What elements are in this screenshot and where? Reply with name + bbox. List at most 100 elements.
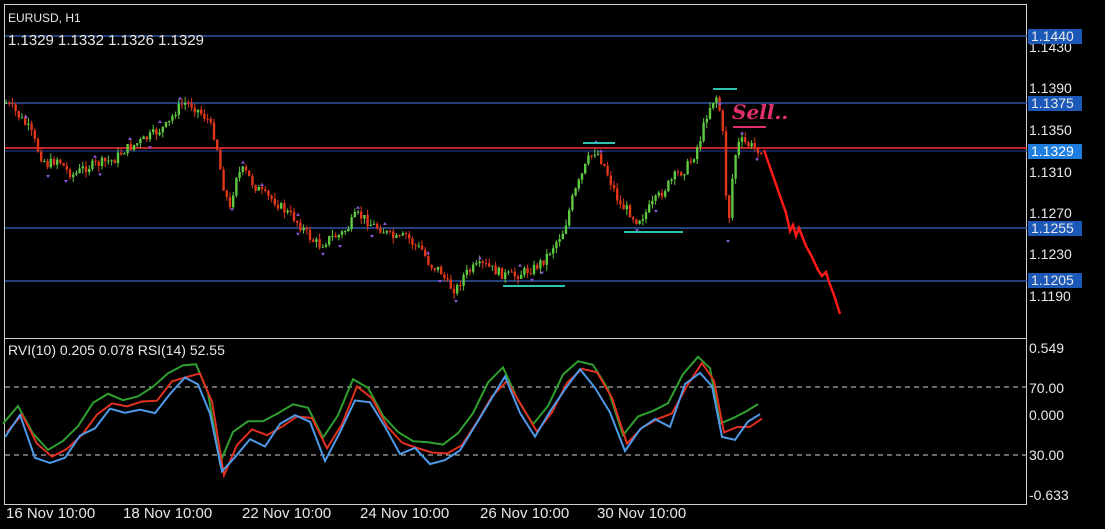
- candle-body: [676, 171, 680, 173]
- fractal-up-marker: [296, 212, 300, 216]
- candle-body: [590, 155, 593, 157]
- candle-body: [580, 173, 584, 180]
- candle-body: [459, 285, 462, 286]
- ohlc-readout: 1.1329 1.1332 1.1326 1.1329: [8, 32, 205, 49]
- candle-body: [625, 205, 628, 210]
- candle-body: [27, 123, 30, 125]
- candle-body: [97, 161, 100, 166]
- candle-body: [289, 210, 292, 212]
- candle-series: [4, 95, 763, 299]
- candle-body: [142, 136, 145, 140]
- fractal-up-marker: [740, 131, 744, 135]
- candle-body: [340, 231, 344, 235]
- forecast-path: [762, 149, 842, 315]
- fractal-up-marker: [356, 205, 360, 209]
- candle-body: [46, 161, 49, 168]
- candle-body: [308, 229, 312, 240]
- candle-body: [516, 276, 520, 279]
- candle-body: [382, 232, 385, 234]
- candle-body: [753, 143, 756, 148]
- candle-body: [411, 238, 414, 245]
- indicator-tick: -0.633: [1029, 487, 1069, 503]
- candle-body: [372, 223, 376, 225]
- candle-body: [388, 230, 392, 232]
- candle-body: [638, 220, 641, 224]
- candle-body: [158, 132, 161, 135]
- candle-body: [756, 147, 760, 153]
- candle-body: [699, 141, 702, 148]
- candle-body: [721, 110, 724, 132]
- candle-body: [238, 171, 241, 178]
- candle-body: [417, 245, 420, 247]
- candle-body: [232, 195, 235, 208]
- fractal-down-marker: [46, 175, 50, 178]
- candle-body: [497, 267, 500, 275]
- candle-body: [136, 143, 139, 145]
- candle-body: [20, 117, 24, 119]
- fractal-down-marker: [321, 252, 325, 256]
- candle-body: [155, 129, 158, 135]
- time-tick: 22 Nov 10:00: [242, 505, 332, 522]
- candle-body: [584, 163, 587, 174]
- candle-body: [145, 136, 148, 140]
- candle-body: [539, 260, 542, 269]
- candle-body: [360, 211, 363, 219]
- candle-body: [600, 153, 603, 164]
- candle-body: [94, 160, 97, 162]
- candle-body: [548, 253, 552, 255]
- candle-body: [612, 184, 616, 189]
- candle-body: [449, 279, 452, 289]
- candle-body: [536, 264, 539, 269]
- candle-body: [107, 160, 110, 162]
- level-box-1375[interactable]: 1.1375: [1028, 96, 1082, 111]
- candle-body: [52, 158, 56, 165]
- candle-body: [59, 159, 62, 164]
- candle-body: [472, 264, 475, 272]
- candle-body: [75, 172, 78, 175]
- candle-body: [747, 142, 750, 147]
- level-box-1255[interactable]: 1.1255: [1028, 221, 1082, 236]
- candle-body: [545, 253, 548, 265]
- fractal-down-marker: [296, 232, 300, 236]
- fractal-down-marker: [230, 208, 234, 212]
- candle-body: [222, 169, 225, 191]
- sell-annotation[interactable]: Sell..: [732, 100, 788, 124]
- level-box-1440[interactable]: 1.1440: [1028, 29, 1082, 44]
- fractal-up-marker: [426, 251, 430, 255]
- candle-body: [628, 205, 632, 218]
- candle-body: [328, 236, 331, 245]
- fractal-up-marker: [178, 96, 182, 100]
- candle-body: [641, 219, 644, 221]
- candle-body: [62, 163, 65, 166]
- candle-body: [427, 256, 430, 265]
- candle-body: [280, 203, 283, 209]
- candle-body: [401, 233, 404, 236]
- candle-body: [36, 138, 40, 152]
- candle-body: [542, 260, 545, 265]
- candle-body: [440, 266, 443, 275]
- candle-body: [30, 123, 33, 131]
- candle-body: [353, 212, 356, 218]
- candle-body: [734, 155, 737, 179]
- candle-body: [24, 117, 27, 125]
- chart-canvas[interactable]: [0, 0, 1105, 529]
- candle-body: [660, 192, 664, 197]
- level-box-1205[interactable]: 1.1205: [1028, 273, 1082, 288]
- time-tick: 26 Nov 10:00: [480, 505, 570, 522]
- candle-body: [347, 229, 350, 232]
- candle-body: [619, 200, 622, 205]
- candle-body: [363, 215, 366, 219]
- candle-body: [273, 198, 276, 205]
- price-tick: 1.1350: [1029, 122, 1072, 138]
- candle-body: [436, 266, 440, 270]
- candle-body: [321, 246, 324, 248]
- candle-body: [737, 141, 740, 156]
- candle-body: [680, 172, 683, 176]
- fractal-down-marker: [338, 245, 342, 248]
- candle-body: [283, 203, 286, 213]
- rvi-signal-line: [6, 361, 763, 479]
- candle-body: [507, 271, 510, 273]
- candle-body: [520, 274, 523, 279]
- candle-body: [500, 267, 504, 279]
- candle-body: [152, 129, 155, 133]
